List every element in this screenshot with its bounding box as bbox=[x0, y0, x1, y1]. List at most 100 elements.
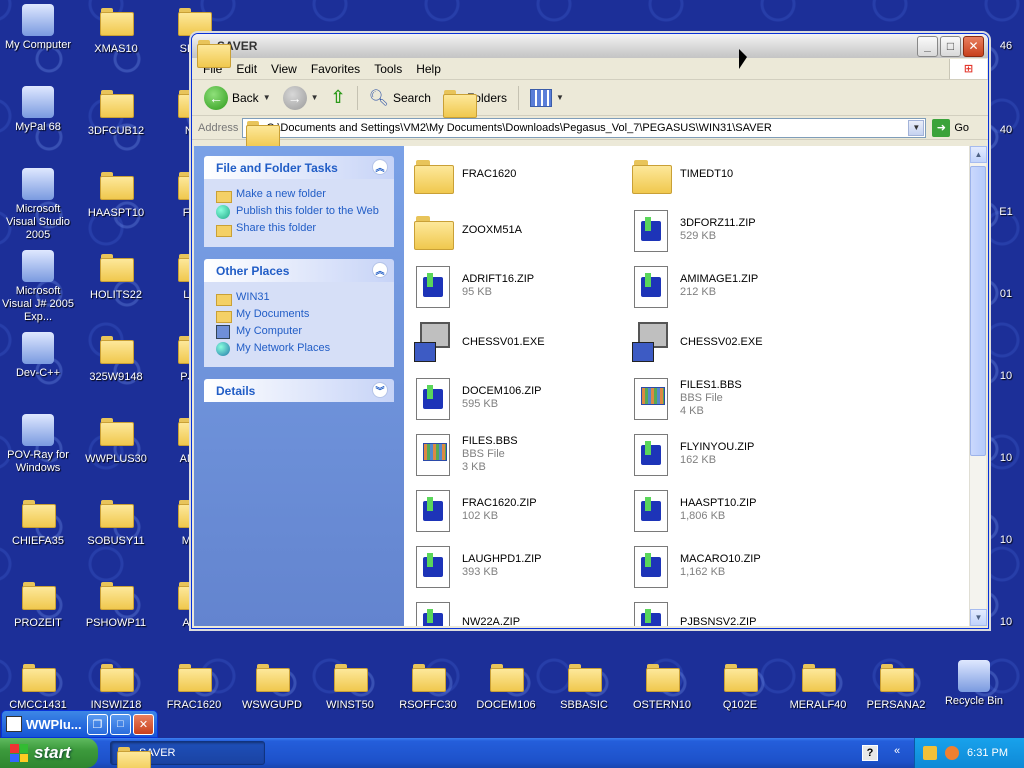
views-button[interactable]: ▼ bbox=[526, 87, 568, 109]
go-button[interactable]: ➜ Go bbox=[932, 118, 969, 137]
panel-header[interactable]: File and Folder Tasks ︽ bbox=[204, 156, 394, 179]
desktop-icon-label: WWPLUS30 bbox=[85, 453, 147, 465]
desktop-icon[interactable]: Microsoft Visual Studio 2005 bbox=[0, 168, 76, 242]
close-button[interactable]: ✕ bbox=[133, 713, 154, 735]
expand-icon[interactable]: ︾ bbox=[372, 382, 388, 398]
desktop-icon[interactable]: CMCC1431 bbox=[0, 660, 76, 712]
menu-view[interactable]: View bbox=[264, 62, 304, 76]
desktop-icon[interactable]: DOCEM106 bbox=[468, 660, 544, 712]
desktop-icon[interactable]: SOBUSY11 bbox=[78, 496, 154, 548]
folders-button[interactable]: Folders bbox=[439, 88, 511, 118]
collapse-icon[interactable]: ︽ bbox=[372, 159, 388, 175]
file-item[interactable]: CHESSV01.EXE bbox=[412, 320, 622, 364]
desktop-icon[interactable]: PERSANA2 bbox=[858, 660, 934, 712]
collapse-icon[interactable]: ︽ bbox=[372, 262, 388, 278]
address-input[interactable]: C:\Documents and Settings\VM2\My Documen… bbox=[242, 117, 927, 149]
menu-tools[interactable]: Tools bbox=[367, 62, 409, 76]
chevron-down-icon[interactable]: ▼ bbox=[263, 93, 271, 102]
file-name: AMIMAGE1.ZIP bbox=[680, 273, 759, 285]
desktop-icon[interactable]: FRAC1620 bbox=[156, 660, 232, 712]
scroll-down-icon[interactable]: ▼ bbox=[970, 609, 987, 626]
menu-help[interactable]: Help bbox=[409, 62, 448, 76]
share-folder-link[interactable]: Share this folder bbox=[216, 222, 386, 237]
file-list[interactable]: FRAC1620 TIMEDT10 ZOOXM51A 3DFORZ11.ZIP 529 … bbox=[404, 146, 969, 626]
desktop-icon[interactable]: RSOFFC30 bbox=[390, 660, 466, 712]
publish-folder-link[interactable]: Publish this folder to the Web bbox=[216, 205, 386, 219]
help-icon[interactable]: ? bbox=[862, 745, 878, 761]
maximize-button[interactable]: □ bbox=[940, 35, 961, 57]
tray-chevron-icon[interactable]: « bbox=[894, 745, 908, 761]
desktop-icon[interactable]: Dev-C++ bbox=[0, 332, 76, 380]
chevron-down-icon[interactable]: ▼ bbox=[556, 93, 564, 102]
place-win31-link[interactable]: WIN31 bbox=[216, 291, 386, 306]
desktop-icon[interactable]: WWPLUS30 bbox=[78, 414, 154, 466]
place-my-computer-link[interactable]: My Computer bbox=[216, 325, 386, 339]
file-item[interactable]: LAUGHPD1.ZIP 393 KB bbox=[412, 544, 622, 588]
desktop-icon[interactable]: INSWIZ18 bbox=[78, 660, 154, 712]
file-item[interactable]: AMIMAGE1.ZIP 212 KB bbox=[630, 264, 840, 308]
desktop-icon[interactable]: HAASPT10 bbox=[78, 168, 154, 220]
desktop-icon[interactable]: 325W9148 bbox=[78, 332, 154, 384]
menu-favorites[interactable]: Favorites bbox=[304, 62, 367, 76]
icon-wrapper bbox=[22, 4, 54, 36]
search-button[interactable]: 🔍︎ Search bbox=[365, 86, 435, 110]
title-bar[interactable]: SAVER _ □ ✕ bbox=[192, 34, 988, 68]
file-item[interactable]: ADRIFT16.ZIP 95 KB bbox=[412, 264, 622, 308]
file-item[interactable]: ZOOXM51A bbox=[412, 208, 622, 252]
file-item[interactable]: FRAC1620.ZIP 102 KB bbox=[412, 488, 622, 532]
explorer-window[interactable]: SAVER _ □ ✕ File Edit View Favorites Too… bbox=[191, 33, 989, 629]
address-dropdown-icon[interactable]: ▼ bbox=[908, 119, 925, 136]
close-button[interactable]: ✕ bbox=[963, 35, 984, 57]
make-new-folder-link[interactable]: Make a new folder bbox=[216, 188, 386, 203]
menu-edit[interactable]: Edit bbox=[229, 62, 264, 76]
desktop-icon[interactable]: PROZEIT bbox=[0, 578, 76, 630]
file-item[interactable]: FILES1.BBS BBS File 4 KB bbox=[630, 376, 840, 420]
file-item[interactable]: TIMEDT10 bbox=[630, 152, 840, 196]
desktop-icon[interactable]: POV-Ray for Windows bbox=[0, 414, 76, 475]
desktop-icon[interactable]: WSWGUPD bbox=[234, 660, 310, 712]
panel-header[interactable]: Details ︾ bbox=[204, 379, 394, 402]
desktop-icon[interactable]: XMAS10 bbox=[78, 4, 154, 56]
desktop-icon[interactable]: Q102E bbox=[702, 660, 778, 712]
place-network-link[interactable]: My Network Places bbox=[216, 342, 386, 356]
desktop-icon[interactable]: HOLITS22 bbox=[78, 250, 154, 302]
desktop-icon[interactable]: SBBASIC bbox=[546, 660, 622, 712]
file-item[interactable]: FILES.BBS BBS File 3 KB bbox=[412, 432, 622, 476]
desktop-icon[interactable]: 3DFCUB12 bbox=[78, 86, 154, 138]
tray-network-icon[interactable] bbox=[923, 746, 938, 760]
file-item[interactable]: HAASPT10.ZIP 1,806 KB bbox=[630, 488, 840, 532]
minimize-button[interactable]: _ bbox=[917, 35, 938, 57]
file-item[interactable]: PJBSNSV2.ZIP bbox=[630, 600, 840, 626]
forward-button[interactable]: → ▼ bbox=[279, 84, 323, 112]
desktop-icon[interactable]: OSTERN10 bbox=[624, 660, 700, 712]
panel-header[interactable]: Other Places ︽ bbox=[204, 259, 394, 282]
file-item[interactable]: NW22A.ZIP bbox=[412, 600, 622, 626]
restore-button[interactable]: ❐ bbox=[87, 713, 108, 735]
file-item[interactable]: MACARO10.ZIP 1,162 KB bbox=[630, 544, 840, 588]
desktop-icon[interactable]: My Computer bbox=[0, 4, 76, 52]
desktop-icon[interactable]: CHIEFA35 bbox=[0, 496, 76, 548]
desktop-icon[interactable]: PSHOWP11 bbox=[78, 578, 154, 630]
taskbar-saver-button[interactable]: SAVER bbox=[110, 741, 265, 768]
desktop-icon[interactable]: Recycle Bin bbox=[936, 660, 1012, 708]
file-item[interactable]: 3DFORZ11.ZIP 529 KB bbox=[630, 208, 840, 252]
start-button[interactable]: start bbox=[0, 738, 98, 768]
desktop-icon[interactable]: MyPal 68 bbox=[0, 86, 76, 134]
maximize-button[interactable]: □ bbox=[110, 713, 131, 735]
file-item[interactable]: FLYINYOU.ZIP 162 KB bbox=[630, 432, 840, 476]
scroll-thumb[interactable] bbox=[970, 166, 986, 456]
tray-search-icon[interactable] bbox=[945, 746, 960, 760]
place-my-documents-link[interactable]: My Documents bbox=[216, 308, 386, 323]
file-item[interactable]: CHESSV02.EXE bbox=[630, 320, 840, 364]
chevron-down-icon[interactable]: ▼ bbox=[311, 93, 319, 102]
up-folder-button[interactable]: ⇧ bbox=[327, 85, 350, 110]
desktop-icon[interactable]: Microsoft Visual J# 2005 Exp... bbox=[0, 250, 76, 324]
desktop-icon[interactable]: WINST50 bbox=[312, 660, 388, 712]
desktop-icon[interactable]: MERALF40 bbox=[780, 660, 856, 712]
vertical-scrollbar[interactable]: ▲ ▼ bbox=[969, 146, 987, 626]
scroll-up-icon[interactable]: ▲ bbox=[970, 146, 987, 163]
back-button[interactable]: ← Back ▼ bbox=[200, 84, 275, 112]
file-item[interactable]: DOCEM106.ZIP 595 KB bbox=[412, 376, 622, 420]
file-item[interactable]: FRAC1620 bbox=[412, 152, 622, 196]
wwplus-window[interactable]: WWPlu... ❐ □ ✕ bbox=[1, 710, 158, 738]
